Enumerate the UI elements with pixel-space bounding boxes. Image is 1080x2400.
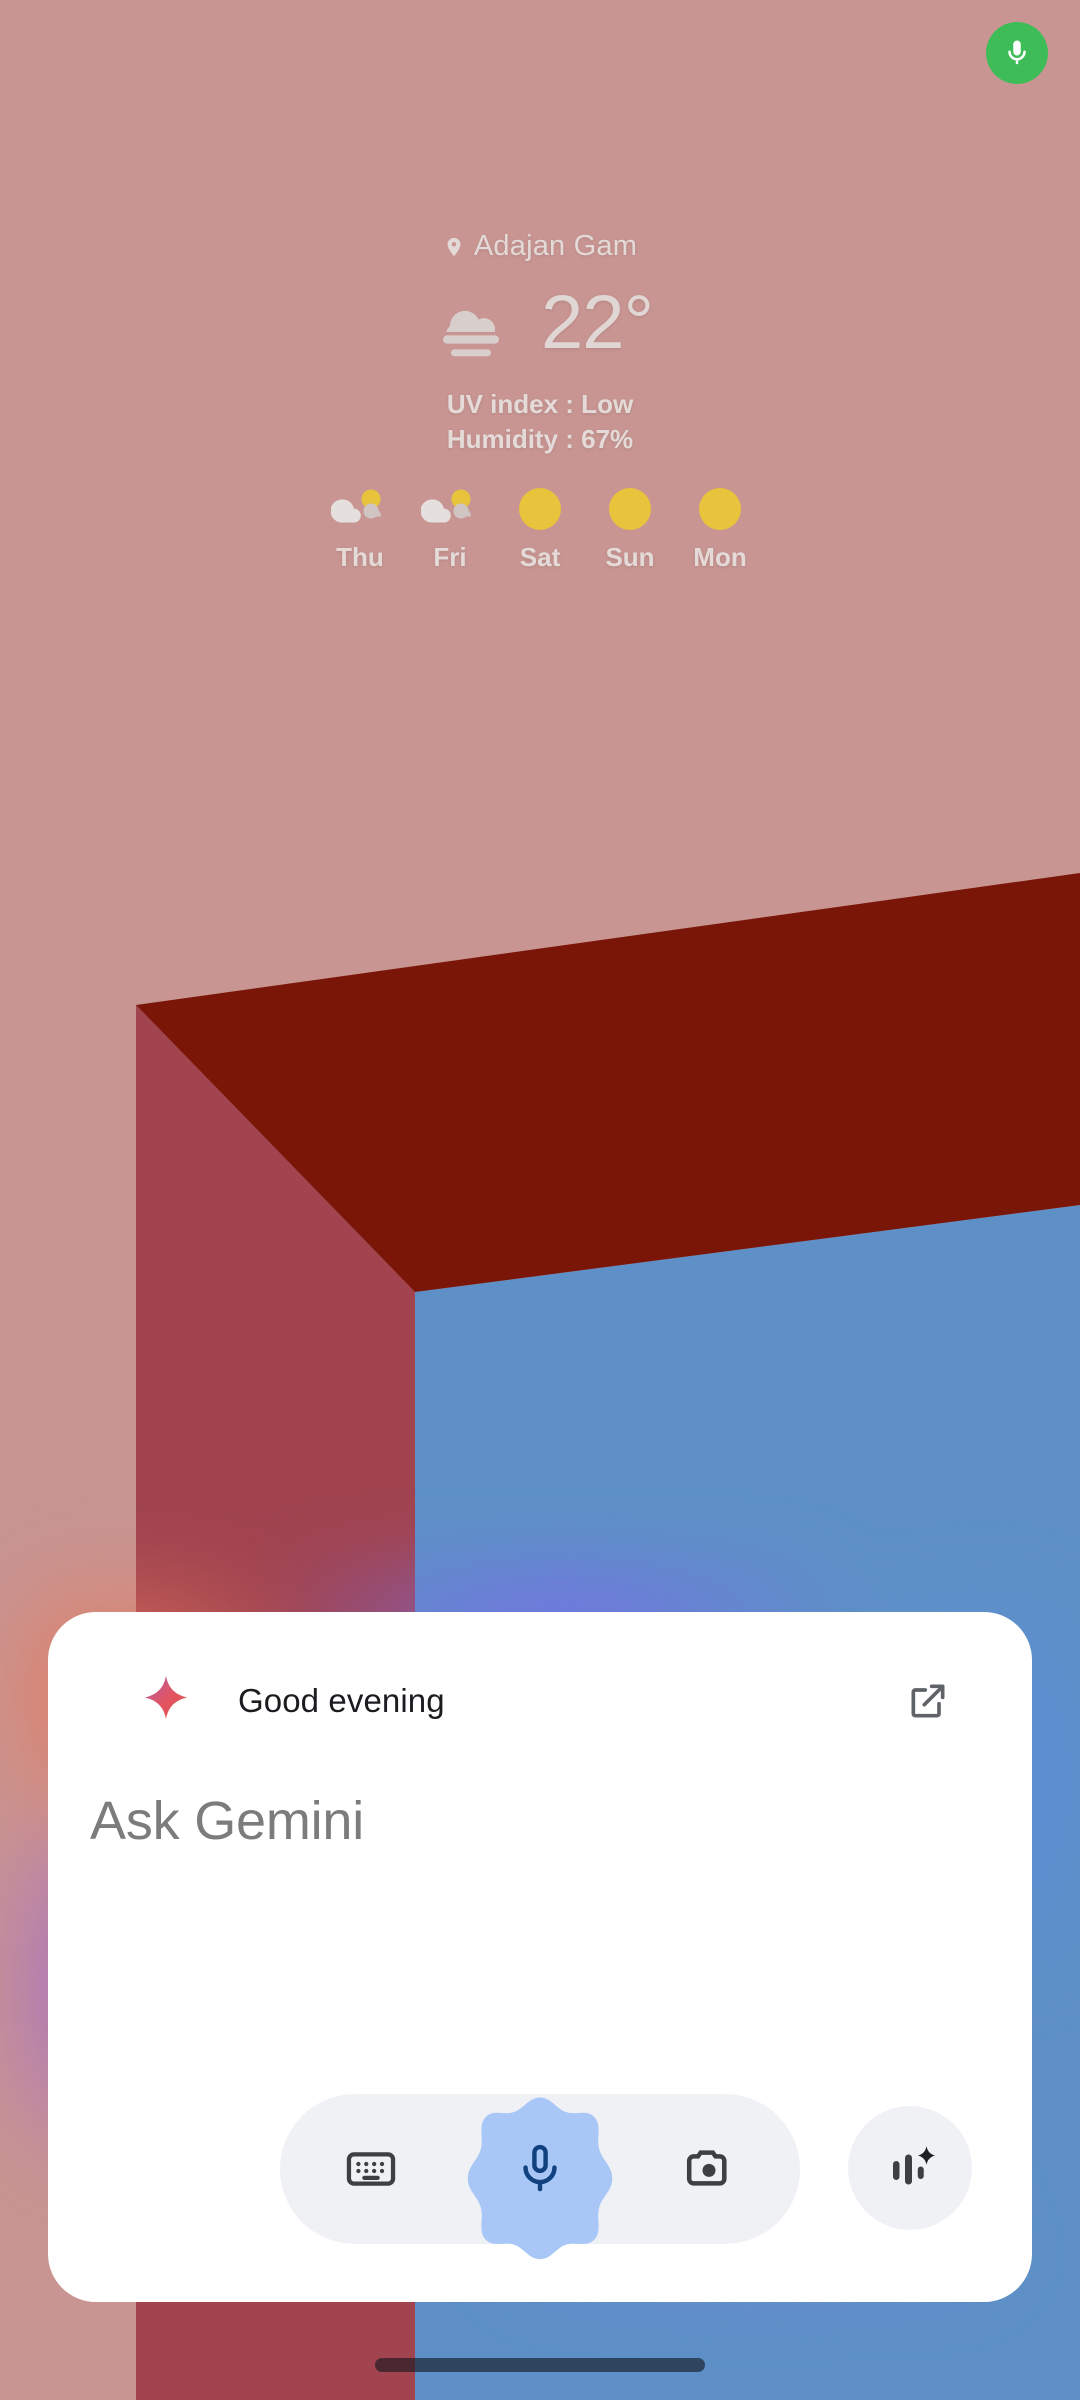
fog-cloud-icon — [443, 310, 500, 357]
sunny-icon — [519, 488, 561, 531]
forecast-day-sat[interactable]: Sat — [495, 486, 585, 573]
keyboard-button[interactable] — [342, 2140, 400, 2198]
forecast-day-label: Mon — [693, 542, 747, 573]
weather-location-text: Adajan Gam — [473, 230, 638, 262]
gemini-greeting: Good evening — [238, 1682, 445, 1719]
weather-temperature-row: 22° — [427, 280, 654, 365]
weather-humidity: Humidity : 67% — [446, 423, 634, 454]
weather-temperature-value: 22° — [541, 280, 654, 365]
sunny-icon — [609, 488, 651, 531]
sunny-icon — [699, 488, 741, 531]
partly-cloudy-icon — [331, 489, 381, 523]
forecast-day-label: Fri — [433, 542, 467, 573]
mic-status-badge[interactable] — [986, 22, 1048, 84]
weather-forecast-row[interactable]: Thu Fri Sat Sun Mon — [315, 486, 765, 573]
home-gesture-pill[interactable] — [375, 2358, 705, 2372]
gemini-live-bars-icon — [893, 2146, 935, 2185]
weather-widget[interactable]: Adajan Gam 22° UV index : Low Humidity :… — [0, 230, 1080, 573]
keyboard-icon — [346, 2152, 396, 2186]
microphone-icon — [523, 2144, 557, 2192]
location-pin-icon — [447, 237, 461, 256]
weather-uv-index: UV index : Low — [446, 389, 634, 419]
camera-icon — [686, 2150, 727, 2186]
forecast-day-fri[interactable]: Fri — [405, 486, 495, 573]
forecast-day-label: Thu — [336, 542, 384, 573]
weather-location-row: Adajan Gam — [443, 230, 637, 263]
ask-gemini-input[interactable]: Ask Gemini — [90, 1790, 364, 1852]
microphone-icon — [1008, 40, 1026, 65]
gemini-sparkle-icon — [145, 1675, 187, 1720]
gemini-sheet-header: Good evening — [138, 1668, 954, 1734]
partly-cloudy-icon — [421, 489, 471, 523]
gemini-live-button[interactable] — [848, 2106, 972, 2230]
forecast-day-label: Sat — [519, 542, 561, 573]
gemini-action-bar — [280, 2094, 800, 2260]
forecast-day-mon[interactable]: Mon — [675, 486, 765, 573]
forecast-day-label: Sun — [605, 542, 655, 573]
open-in-new-icon — [911, 1684, 945, 1718]
weather-details: UV index : Low Humidity : 67% — [447, 387, 633, 456]
camera-button[interactable] — [680, 2140, 738, 2198]
forecast-day-thu[interactable]: Thu — [315, 486, 405, 573]
forecast-day-sun[interactable]: Sun — [585, 486, 675, 573]
mic-button[interactable] — [445, 2074, 635, 2264]
expand-button[interactable] — [902, 1675, 954, 1727]
